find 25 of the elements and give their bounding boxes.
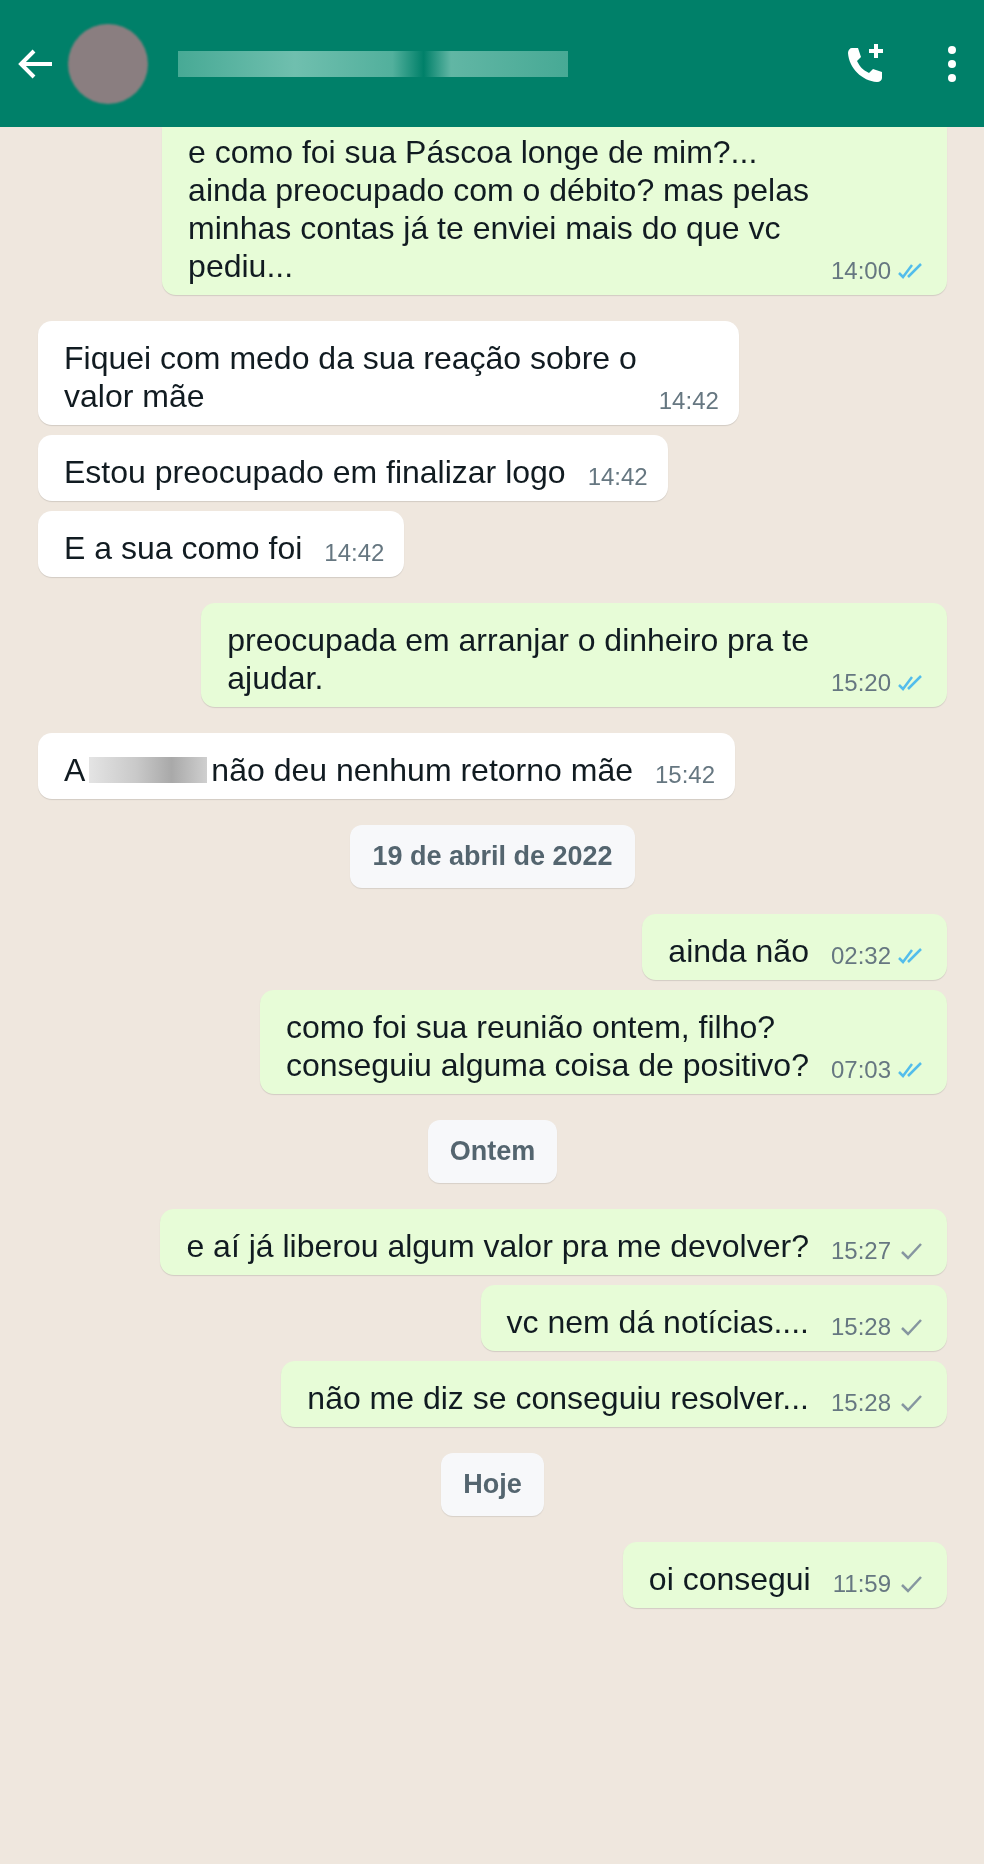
message-time: 14:42 [587,463,648,491]
message-text: ainda não [668,932,809,970]
message-text: e como foi sua Páscoa longe de mim?... ainda preocupado com o débito? mas pelas minhas contas já te enviei mais do que vc pediu... [188,133,809,285]
message-time: 14:42 [324,539,385,567]
message-text: como foi sua reunião ontem, filho? conseguiu alguma coisa de positivo? [285,1008,809,1084]
message-time: 15:42 [654,761,716,789]
message-text: vc nem dá notícias.... [506,1303,809,1341]
message-time: 15:28 [830,1313,891,1341]
message-text: E a sua como foi [64,529,303,567]
message-time: 15:28 [830,1389,891,1417]
message-text: oi consegui [648,1560,811,1598]
message-text: não me diz se conseguiu resolver... [307,1379,809,1417]
message-time: 07:03 [830,1056,891,1084]
message-text: não deu nenhum retorno mãe [211,751,633,789]
message-text: Estou preocupado em finalizar logo [64,453,566,491]
message-time: 15:27 [830,1237,891,1265]
message-time: 02:32 [830,942,891,970]
message-time: 11:59 [832,1570,891,1598]
message-text: preocupada em arranjar o dinheiro pra te ajudar. [227,621,809,697]
message-text: Fiquei com medo da sua reação sobre o valor mãe [64,339,637,415]
message-time: 14:00 [830,257,891,285]
message-text: e aí já liberou algum valor pra me devolver? [186,1227,809,1265]
message-text: A [64,751,86,789]
message-time: 15:20 [830,669,891,697]
message-time: 14:42 [658,387,719,415]
